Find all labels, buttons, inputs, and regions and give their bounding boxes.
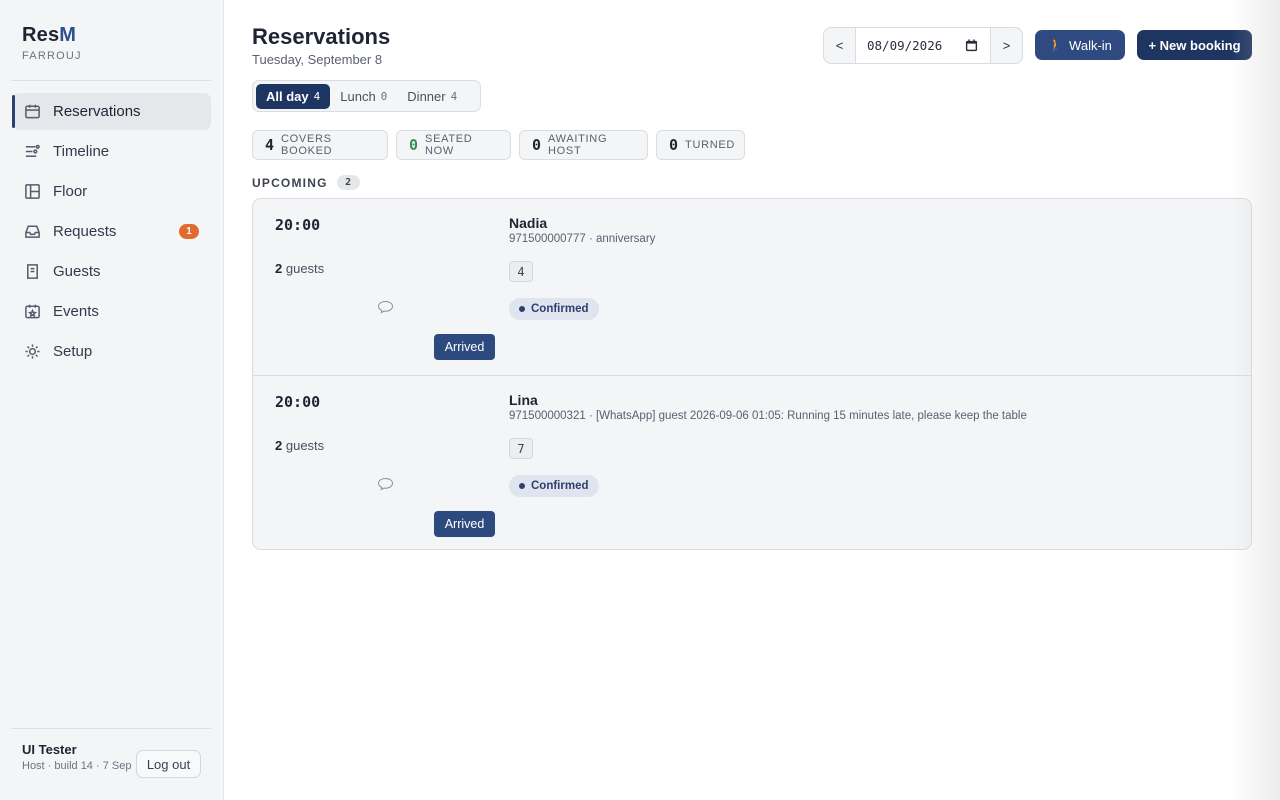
sidebar-nav: Reservations Timeline Floor Requests 1 G… [12, 93, 211, 373]
sidebar: ResM FARROUJ Reservations Timeline Floor [0, 0, 224, 800]
filter-dinner[interactable]: Dinner 4 [397, 84, 467, 109]
requests-count-badge: 1 [179, 224, 199, 239]
inbox-icon [24, 223, 41, 240]
upcoming-label: UPCOMING [252, 175, 328, 190]
stat-seated-now: 0 SEATED NOW [396, 130, 511, 160]
stat-value: 0 [532, 136, 542, 154]
arrived-button[interactable]: Arrived [434, 334, 495, 360]
stat-label: AWAITING HOST [548, 133, 608, 157]
reservation-party-size: 2 guests [275, 438, 324, 453]
calendar-icon [24, 103, 41, 120]
filter-count: 4 [313, 89, 321, 103]
page-title: Reservations [252, 24, 391, 49]
filter-count: 4 [450, 89, 458, 103]
prev-day-button[interactable]: < [824, 28, 855, 63]
arrived-button[interactable]: Arrived [434, 511, 495, 537]
date-navigator: < 08/09/2026 > [823, 27, 1023, 64]
sidebar-item-events[interactable]: Events [12, 293, 211, 330]
filter-count: 0 [380, 89, 388, 103]
calendar-picker-icon[interactable] [965, 39, 978, 52]
brand-logo[interactable]: ResM [22, 24, 82, 47]
walking-person-icon: 🚶 [1048, 38, 1064, 52]
filter-all-day[interactable]: All day 4 [256, 83, 331, 109]
sidebar-item-reservations[interactable]: Reservations [12, 93, 211, 130]
guest-name: Nadia [509, 215, 548, 231]
service-filter: All day 4 Lunch 0 Dinner 4 [252, 80, 481, 112]
chat-bubble-icon[interactable] [377, 477, 394, 491]
status-label: Confirmed [531, 480, 589, 492]
event-calendar-icon [24, 303, 41, 320]
guests-book-icon [24, 263, 41, 280]
sidebar-item-label: Timeline [53, 143, 110, 160]
user-info: UI Tester Host · build 14 · 7 Sep [22, 742, 132, 773]
guest-name: Lina [509, 392, 538, 408]
sidebar-item-requests[interactable]: Requests 1 [12, 213, 211, 250]
sidebar-item-label: Guests [53, 263, 101, 280]
sidebar-item-label: Events [53, 303, 99, 320]
sidebar-item-floor[interactable]: Floor [12, 173, 211, 210]
filter-lunch[interactable]: Lunch 0 [330, 84, 397, 109]
sidebar-item-label: Requests [53, 223, 117, 240]
next-day-button[interactable]: > [991, 28, 1022, 63]
sidebar-divider [11, 728, 211, 729]
guest-word: guests [285, 438, 325, 453]
reservation-time: 20:00 [275, 393, 321, 411]
restaurant-name: FARROUJ [22, 50, 82, 62]
floor-plan-icon [24, 183, 41, 200]
table-number-badge: 4 [509, 261, 533, 282]
upcoming-section-header: UPCOMING 2 [252, 175, 360, 190]
guest-count: 2 [275, 261, 283, 276]
logout-button[interactable]: Log out [136, 750, 201, 778]
sidebar-item-label: Setup [53, 343, 93, 360]
sidebar-item-label: Reservations [53, 103, 141, 120]
upcoming-count-badge: 2 [336, 175, 360, 190]
reservation-row[interactable]: 20:00 2 guests Arrived Lina 971500000321… [253, 375, 1251, 549]
status-label: Confirmed [531, 303, 589, 315]
brand-name-suffix: M [59, 24, 77, 46]
status-dot-icon [519, 306, 525, 312]
walk-in-button[interactable]: 🚶 Walk-in [1035, 30, 1125, 60]
filter-label: Dinner [407, 88, 446, 104]
user-name: UI Tester [22, 742, 77, 757]
page-date: Tuesday, September 8 [252, 52, 383, 67]
guest-details: 971500000777 · anniversary [509, 233, 656, 245]
sidebar-divider [11, 80, 211, 81]
reservation-list: 20:00 2 guests Arrived Nadia 97150000077… [252, 198, 1252, 550]
brand-name-prefix: Res [22, 24, 60, 46]
sidebar-item-label: Floor [53, 183, 88, 200]
chat-bubble-icon[interactable] [377, 300, 394, 314]
reservation-party-size: 2 guests [275, 261, 324, 276]
sidebar-item-setup[interactable]: Setup [12, 333, 211, 370]
status-badge: Confirmed [509, 475, 599, 497]
brand: ResM FARROUJ [22, 24, 82, 62]
stat-value: 0 [669, 136, 679, 154]
stat-value: 4 [265, 136, 275, 154]
stat-awaiting-host: 0 AWAITING HOST [519, 130, 648, 160]
stat-label: TURNED [685, 139, 736, 151]
guest-word: guests [285, 261, 325, 276]
user-role: Host · build 14 · 7 Sep [22, 760, 132, 772]
stat-label: SEATED NOW [425, 133, 473, 157]
walk-in-label: Walk-in [1069, 37, 1112, 53]
sidebar-item-timeline[interactable]: Timeline [12, 133, 211, 170]
date-input-value: 08/09/2026 [867, 38, 943, 53]
status-dot-icon [519, 483, 525, 489]
stat-value: 0 [409, 136, 419, 154]
edge-shadow [1230, 0, 1280, 800]
filter-label: All day [266, 88, 309, 104]
table-number-badge: 7 [509, 438, 533, 459]
sidebar-item-guests[interactable]: Guests [12, 253, 211, 290]
guest-details: 971500000321 · [WhatsApp] guest 2026-09-… [509, 410, 1027, 422]
reservation-time: 20:00 [275, 216, 321, 234]
stat-covers-booked: 4 COVERS BOOKED [252, 130, 388, 160]
reservation-row[interactable]: 20:00 2 guests Arrived Nadia 97150000077… [253, 199, 1251, 375]
status-badge: Confirmed [509, 298, 599, 320]
filter-label: Lunch [340, 88, 376, 104]
stat-label: COVERS BOOKED [281, 133, 333, 157]
guest-count: 2 [275, 438, 283, 453]
gear-icon [24, 343, 41, 360]
date-input[interactable]: 08/09/2026 [855, 28, 991, 63]
timeline-icon [24, 143, 41, 160]
stat-turned: 0 TURNED [656, 130, 745, 160]
